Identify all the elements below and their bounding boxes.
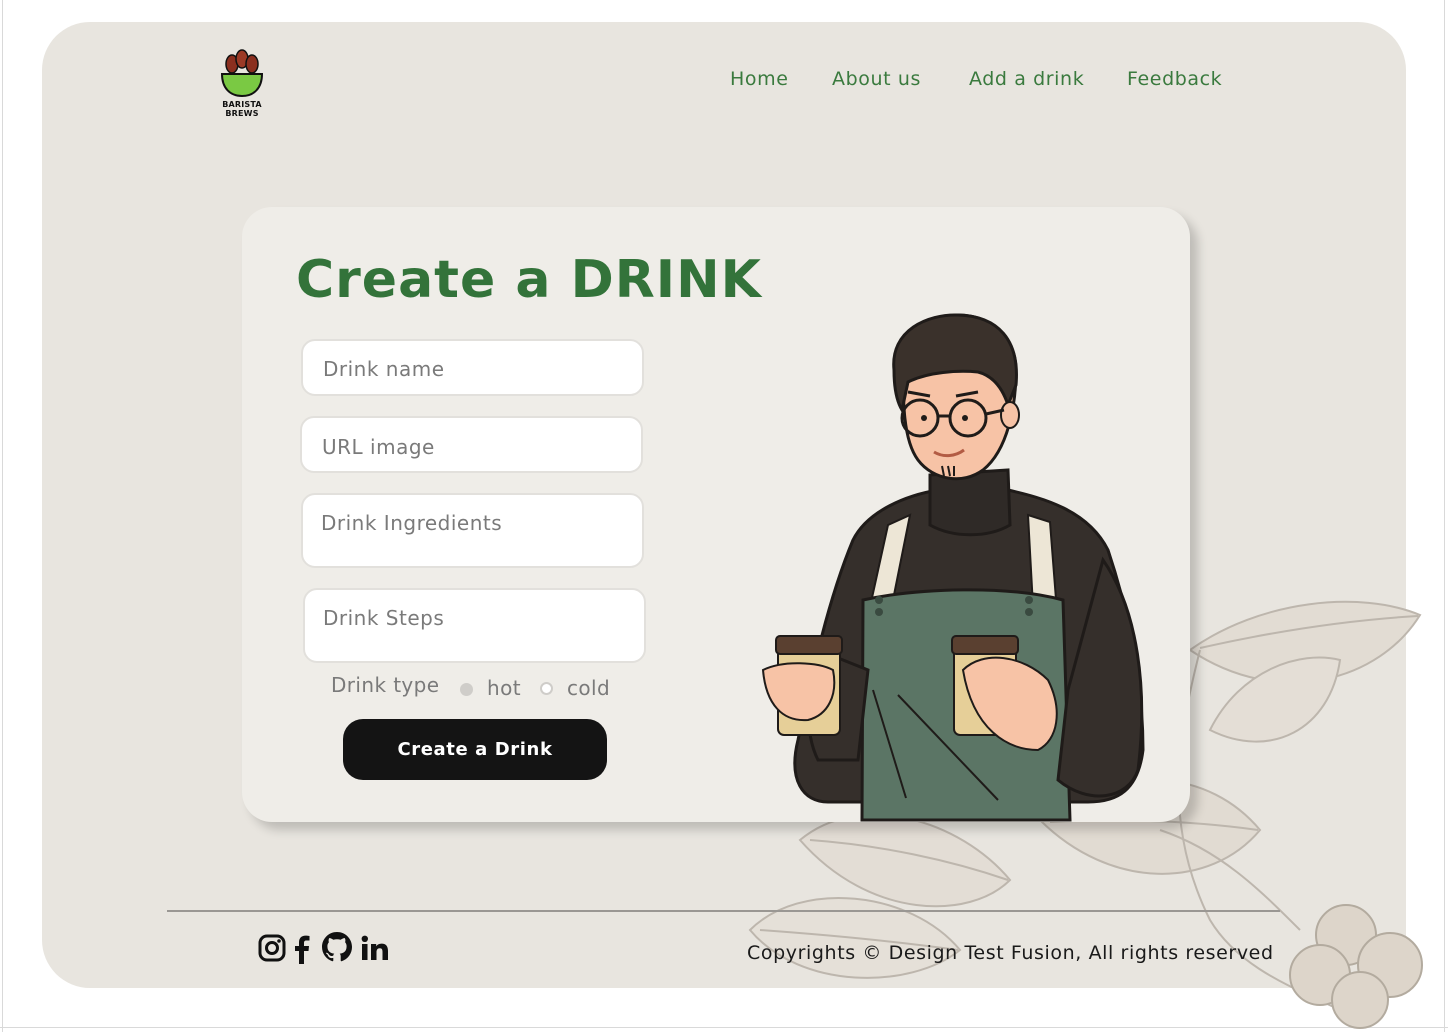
github-icon[interactable] [321, 931, 353, 963]
page-edge-left [2, 0, 3, 1032]
drink-name-input[interactable]: Drink name [301, 339, 644, 396]
radio-hot[interactable] [460, 683, 473, 696]
footer-copyright: Copyrights © Design Test Fusion, All rig… [747, 942, 1274, 964]
barista-illustration [761, 313, 1145, 822]
nav-feedback[interactable]: Feedback [1127, 68, 1222, 90]
url-image-placeholder: URL image [322, 435, 435, 459]
drink-ingredients-textarea[interactable]: Drink Ingredients [301, 493, 644, 568]
drink-steps-placeholder: Drink Steps [323, 606, 445, 630]
nav-home[interactable]: Home [730, 68, 789, 90]
radio-hot-label[interactable]: hot [487, 676, 521, 700]
footer-divider [167, 910, 1280, 912]
main-nav: Home About us Add a drink Feedback [0, 68, 1448, 94]
brand-logo-text-line2: BREWS [225, 109, 259, 118]
brand-logo-text: BARISTA BREWS [218, 100, 266, 118]
brand-logo-text-line1: BARISTA [222, 100, 262, 109]
radio-cold[interactable] [540, 682, 553, 695]
page-edge-right [1444, 0, 1445, 1032]
nav-about-us[interactable]: About us [832, 68, 921, 90]
drink-steps-textarea[interactable]: Drink Steps [303, 588, 646, 663]
url-image-input[interactable]: URL image [300, 416, 643, 473]
drink-name-placeholder: Drink name [323, 357, 445, 381]
facebook-icon[interactable] [293, 934, 311, 964]
nav-add-a-drink[interactable]: Add a drink [969, 68, 1084, 90]
radio-cold-label[interactable]: cold [567, 676, 610, 700]
linkedin-icon[interactable] [361, 935, 389, 961]
instagram-icon[interactable] [258, 934, 286, 962]
drink-ingredients-placeholder: Drink Ingredients [321, 511, 503, 535]
drink-type-label: Drink type [331, 673, 440, 697]
page-title: Create a DRINK [296, 250, 762, 310]
create-drink-button[interactable]: Create a Drink [343, 719, 607, 780]
